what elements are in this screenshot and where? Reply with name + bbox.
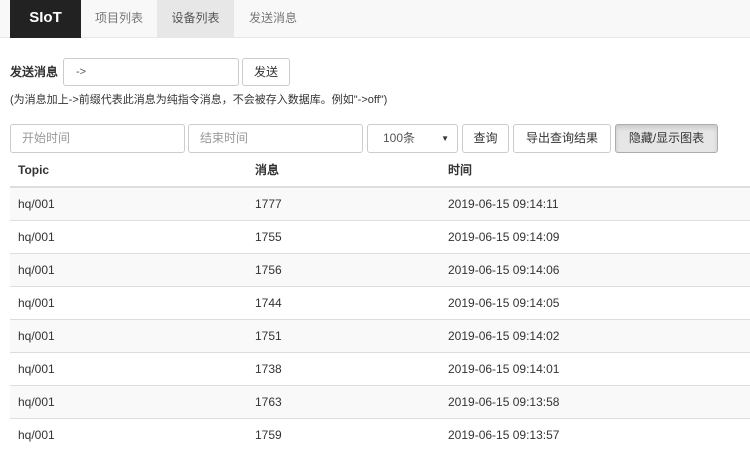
- tab-send-message[interactable]: 发送消息: [234, 0, 312, 38]
- cell-topic: hq/001: [10, 219, 247, 253]
- cell-topic: hq/001: [10, 351, 247, 385]
- table-row: hq/001 1738 2019-06-15 09:14:01: [10, 351, 750, 385]
- caret-down-icon: ▼: [441, 134, 449, 143]
- table-row: hq/001 1755 2019-06-15 09:14:09: [10, 219, 750, 253]
- send-message-input[interactable]: [63, 58, 239, 86]
- cell-time: 2019-06-15 09:14:02: [440, 318, 750, 352]
- header-message: 消息: [247, 153, 440, 188]
- cell-topic: hq/001: [10, 417, 247, 451]
- table-row: hq/001 1763 2019-06-15 09:13:58: [10, 384, 750, 418]
- cell-time: 2019-06-15 09:14:05: [440, 285, 750, 319]
- query-button[interactable]: 查询: [462, 124, 509, 153]
- messages-table: Topic 消息 时间 hq/001 1777 2019-06-15 09:14…: [10, 153, 750, 451]
- table-row: hq/001 1751 2019-06-15 09:14:02: [10, 318, 750, 352]
- cell-time: 2019-06-15 09:14:01: [440, 351, 750, 385]
- cell-message: 1756: [247, 252, 440, 286]
- limit-select[interactable]: 100条 ▼: [367, 124, 458, 153]
- table-row: hq/001 1744 2019-06-15 09:14:05: [10, 285, 750, 319]
- limit-select-value: 100条: [383, 131, 416, 145]
- send-message-label: 发送消息: [10, 65, 59, 79]
- cell-message: 1744: [247, 285, 440, 319]
- toggle-chart-button[interactable]: 隐藏/显示图表: [615, 124, 718, 153]
- table-row: hq/001 1756 2019-06-15 09:14:06: [10, 252, 750, 286]
- cell-message: 1755: [247, 219, 440, 253]
- send-hint-text: (为消息加上->前缀代表此消息为纯指令消息，不会被存入数据库。例如"->off"…: [10, 94, 388, 106]
- cell-time: 2019-06-15 09:13:57: [440, 417, 750, 451]
- tab-device-list[interactable]: 设备列表: [157, 0, 234, 38]
- table-row: hq/001 1759 2019-06-15 09:13:57: [10, 417, 750, 451]
- top-navbar: SIoT 项目列表 设备列表 发送消息: [0, 0, 750, 38]
- cell-message: 1759: [247, 417, 440, 451]
- cell-message: 1777: [247, 186, 440, 220]
- start-time-input[interactable]: 开始时间: [10, 124, 185, 153]
- header-time: 时间: [440, 153, 750, 188]
- cell-topic: hq/001: [10, 318, 247, 352]
- cell-time: 2019-06-15 09:13:58: [440, 384, 750, 418]
- cell-message: 1738: [247, 351, 440, 385]
- cell-time: 2019-06-15 09:14:06: [440, 252, 750, 286]
- brand-logo[interactable]: SIoT: [10, 0, 81, 38]
- cell-topic: hq/001: [10, 186, 247, 220]
- export-results-button[interactable]: 导出查询结果: [513, 124, 611, 153]
- tab-project-list[interactable]: 项目列表: [81, 0, 157, 38]
- table-header-row: Topic 消息 时间: [10, 153, 750, 188]
- cell-time: 2019-06-15 09:14:11: [440, 186, 750, 220]
- cell-topic: hq/001: [10, 285, 247, 319]
- table-row: hq/001 1777 2019-06-15 09:14:11: [10, 186, 750, 220]
- header-topic: Topic: [10, 153, 247, 188]
- end-time-input[interactable]: 结束时间: [188, 124, 363, 153]
- cell-message: 1751: [247, 318, 440, 352]
- cell-time: 2019-06-15 09:14:09: [440, 219, 750, 253]
- send-button[interactable]: 发送: [242, 58, 290, 86]
- cell-topic: hq/001: [10, 384, 247, 418]
- cell-topic: hq/001: [10, 252, 247, 286]
- cell-message: 1763: [247, 384, 440, 418]
